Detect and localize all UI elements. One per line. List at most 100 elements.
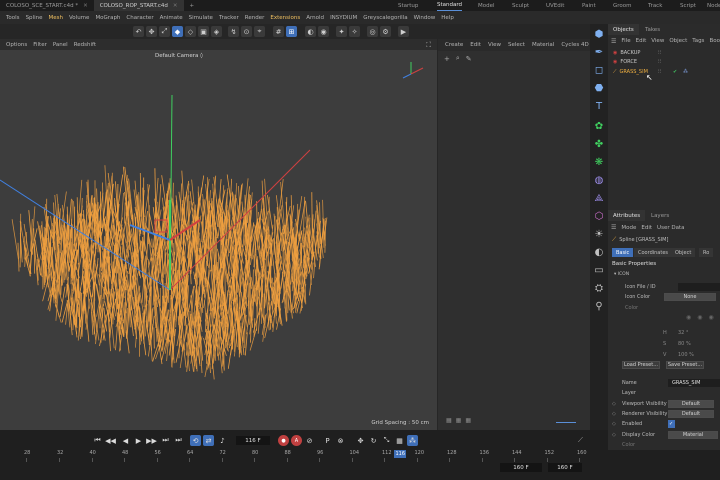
layout-tab-groom[interactable]: Groom: [613, 0, 632, 11]
camera-icon[interactable]: ⬡: [593, 210, 605, 222]
menu-tools[interactable]: Tools: [6, 15, 20, 21]
attributes-menu-edit[interactable]: Edit: [641, 225, 652, 231]
subtab-coordinates[interactable]: Coordinates: [634, 248, 673, 257]
viewport-render-icon[interactable]: ▶: [398, 26, 409, 37]
visibility-dots-icon[interactable]: ⁝⁝: [658, 50, 661, 56]
menu-greyscalegorilla[interactable]: Greyscalegorilla: [363, 15, 407, 21]
menu-extensions[interactable]: Extensions: [270, 15, 300, 21]
xpresso-icon[interactable]: ⛭: [593, 282, 605, 294]
enabled-checkbox[interactable]: ✓: [668, 420, 675, 428]
search-icon[interactable]: ⌕: [456, 54, 460, 63]
pen-icon[interactable]: ✒: [593, 46, 605, 58]
tag-icon[interactable]: ⁂: [683, 69, 688, 75]
layout-tab-script[interactable]: Script: [680, 0, 696, 11]
points-mode-icon[interactable]: ◆: [172, 26, 183, 37]
hamburger-icon[interactable]: ☰: [611, 38, 616, 45]
workplane-icon[interactable]: ⌖: [254, 26, 265, 37]
auto-key-icon[interactable]: A: [291, 435, 302, 446]
effector-icon[interactable]: ❋: [593, 156, 605, 168]
end-frame-field-b[interactable]: 160 F: [548, 463, 582, 472]
camera-label[interactable]: Default Camera ◊: [155, 53, 203, 59]
layout-tab-model[interactable]: Model: [478, 0, 495, 11]
cloner-icon[interactable]: ✤: [593, 138, 605, 150]
add-tab-button[interactable]: +: [184, 0, 201, 11]
objects-menu-file[interactable]: File: [621, 38, 630, 44]
layout-tab-sculpt[interactable]: Sculpt: [512, 0, 529, 11]
viewport-menu-options[interactable]: Options: [6, 42, 27, 48]
object-row-grass-sim[interactable]: ⟋ GRASS_SIM ⁝⁝ ✔ ⁂: [613, 67, 688, 76]
key-pla-icon[interactable]: ⤡: [381, 435, 392, 446]
fcurve-icon[interactable]: ⟋: [575, 435, 586, 446]
menu-spline[interactable]: Spline: [26, 15, 43, 21]
floor-icon[interactable]: ▭: [593, 264, 605, 276]
key-position-icon[interactable]: P: [322, 435, 333, 446]
v-value[interactable]: 100 %: [678, 352, 694, 358]
timeline-ruler[interactable]: 28 32 40 48 56 64 72 80 88 96 104 112 120 128 136 144 15…: [0, 450, 720, 462]
menu-animate[interactable]: Animate: [160, 15, 183, 21]
tab-attributes[interactable]: Attributes: [608, 210, 646, 221]
name-field[interactable]: GRASS_SIM: [668, 379, 720, 387]
color-picker-icon[interactable]: ◉: [709, 314, 714, 321]
subtab-object[interactable]: Object: [671, 248, 696, 257]
doc-tab-0[interactable]: COLOSO_SCE_START.c4d * ✕: [0, 0, 94, 11]
key-scale-icon[interactable]: ✥: [355, 435, 366, 446]
next-frame-icon[interactable]: ▶▶: [146, 435, 157, 446]
primitive-icon[interactable]: ⬣: [593, 82, 605, 94]
loop-icon[interactable]: ⟲: [190, 435, 201, 446]
light-icon[interactable]: ☀: [593, 228, 605, 240]
keyframe-dot-icon[interactable]: ◇: [612, 401, 616, 407]
maximize-icon[interactable]: ⛶: [426, 41, 431, 50]
scale-icon[interactable]: ⤢: [159, 26, 170, 37]
display-color-dropdown[interactable]: Material: [668, 431, 718, 439]
keyframe-selection-icon[interactable]: ⊘: [304, 435, 315, 446]
visibility-dots-icon[interactable]: ⁝⁝: [658, 69, 661, 75]
picker-icon[interactable]: ✎: [466, 55, 472, 63]
tab-objects[interactable]: Objects: [608, 24, 639, 35]
menu-mograph[interactable]: MoGraph: [95, 15, 120, 21]
s-value[interactable]: 80 %: [678, 341, 691, 347]
icon-color-dropdown[interactable]: None: [664, 293, 716, 301]
spline-icon[interactable]: ◻: [593, 64, 605, 76]
key-param-icon[interactable]: ↻: [368, 435, 379, 446]
doc-tab-1[interactable]: COLOSO_ROP_START.c4d ✕: [93, 0, 184, 11]
text-icon[interactable]: T: [593, 100, 605, 112]
tab-takes[interactable]: Takes: [640, 24, 665, 35]
material-menu-material[interactable]: Material: [532, 42, 554, 48]
material-menu-edit[interactable]: Edit: [470, 42, 481, 48]
viewport-menu-filter[interactable]: Filter: [33, 42, 47, 48]
layout-tab-standard[interactable]: Standard: [437, 0, 463, 11]
keyframe-dot-icon[interactable]: ◇: [612, 432, 616, 438]
tab-layers[interactable]: Layers: [646, 210, 674, 221]
prev-key-icon[interactable]: ◀◀: [105, 435, 116, 446]
material-menu-cycles[interactable]: Cycles 4D: [561, 42, 588, 48]
close-icon[interactable]: ✕: [173, 3, 178, 9]
edges-mode-icon[interactable]: ◇: [185, 26, 196, 37]
record-icon[interactable]: ●: [278, 435, 289, 446]
h-value[interactable]: 32 °: [678, 330, 688, 336]
subtab-basic[interactable]: Basic: [612, 248, 634, 257]
viewport-visibility-dropdown[interactable]: Default: [668, 400, 714, 408]
menu-tracker[interactable]: Tracker: [219, 15, 239, 21]
menu-help[interactable]: Help: [441, 15, 454, 21]
enabled-check-icon[interactable]: ✔: [673, 69, 677, 75]
grid-icon[interactable]: #: [273, 26, 284, 37]
attributes-menu-mode[interactable]: Mode: [621, 225, 636, 231]
object-row-backup[interactable]: ◉ BACKUP ⁝⁝: [613, 48, 661, 57]
go-to-start-icon[interactable]: ⏮: [92, 435, 103, 446]
key-rotation-icon[interactable]: ⊗: [335, 435, 346, 446]
material-menu-view[interactable]: View: [488, 42, 501, 48]
go-to-end-icon[interactable]: ⏭: [173, 435, 184, 446]
material-menu-select[interactable]: Select: [508, 42, 525, 48]
menu-arnold[interactable]: Arnold: [306, 15, 324, 21]
render-settings-icon[interactable]: ✦: [336, 26, 347, 37]
menu-render[interactable]: Render: [245, 15, 265, 21]
menu-simulate[interactable]: Simulate: [189, 15, 213, 21]
end-frame-field-a[interactable]: 160 F: [500, 463, 542, 472]
move-icon[interactable]: ✥: [146, 26, 157, 37]
menu-mesh[interactable]: Mesh: [48, 15, 62, 21]
save-preset-button[interactable]: Save Preset...: [666, 361, 704, 369]
tag-icon[interactable]: ⚲: [593, 300, 605, 312]
attributes-menu-userdata[interactable]: User Data: [657, 225, 684, 231]
layout-tab-startup[interactable]: Startup: [398, 0, 418, 11]
current-frame-field[interactable]: 116 F: [236, 436, 270, 445]
